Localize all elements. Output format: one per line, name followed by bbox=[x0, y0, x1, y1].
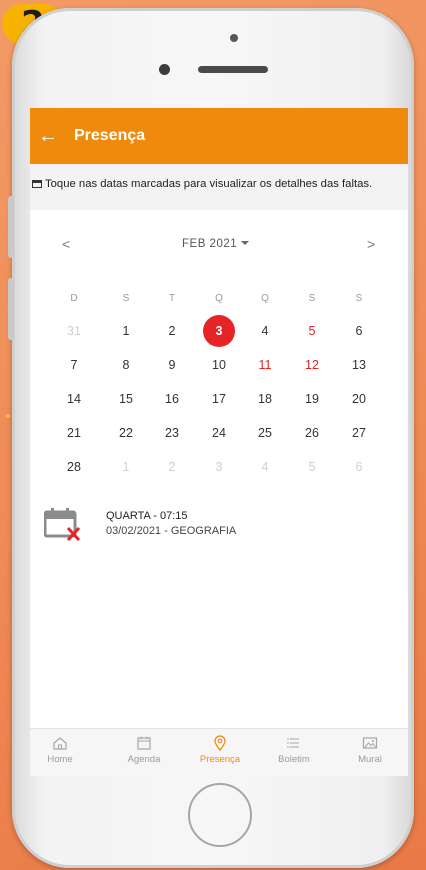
next-month-button[interactable]: > bbox=[367, 236, 375, 252]
calendar-day[interactable]: 3 bbox=[203, 451, 235, 483]
calendar-day[interactable]: 16 bbox=[156, 383, 188, 415]
arrow-left-icon[interactable]: ← bbox=[38, 126, 58, 146]
weekday-label: S bbox=[122, 292, 130, 304]
month-navigation: < FEB 2021 > bbox=[30, 234, 408, 258]
earpiece-speaker bbox=[198, 66, 268, 73]
calendar-day[interactable]: 25 bbox=[249, 417, 281, 449]
weekday-label: Q bbox=[261, 292, 269, 304]
absence-date[interactable]: 5 bbox=[296, 315, 328, 347]
bottom-tab-bar: Home Agenda Presença Boletim Mural bbox=[30, 728, 408, 776]
proximity-sensor bbox=[230, 34, 238, 42]
agenda-icon bbox=[137, 736, 151, 750]
calendar-day[interactable]: 19 bbox=[296, 383, 328, 415]
calendar-day[interactable]: 6 bbox=[343, 451, 375, 483]
tab-home[interactable]: Home bbox=[30, 735, 95, 765]
tab-label: Agenda bbox=[127, 754, 161, 765]
tab-label: Mural bbox=[358, 754, 382, 765]
calendar-day[interactable]: 4 bbox=[249, 451, 281, 483]
calendar-day[interactable]: 13 bbox=[343, 349, 375, 381]
list-icon bbox=[287, 738, 299, 748]
app-screen: ← Presença Toque nas datas marcadas para… bbox=[30, 108, 408, 776]
calendar-day[interactable]: 10 bbox=[203, 349, 235, 381]
weekday-label: S bbox=[355, 292, 363, 304]
calendar-day[interactable]: 27 bbox=[343, 417, 375, 449]
calendar-day[interactable]: 22 bbox=[110, 417, 142, 449]
tab-mural[interactable]: Mural bbox=[335, 735, 405, 765]
calendar-day[interactable]: 26 bbox=[296, 417, 328, 449]
calendar-day[interactable]: 31 bbox=[58, 315, 90, 347]
weekday-label: Q bbox=[215, 292, 223, 304]
tab-label: Boletim bbox=[278, 754, 310, 765]
calendar-absence-icon bbox=[44, 508, 81, 542]
calendar-day[interactable]: 6 bbox=[343, 315, 375, 347]
month-selector[interactable]: FEB 2021 bbox=[182, 238, 250, 250]
absence-date[interactable]: 11 bbox=[249, 349, 281, 381]
absence-entry[interactable]: QUARTA - 07:15 03/02/2021 - GEOGRAFIA bbox=[44, 506, 394, 550]
calendar-day[interactable]: 17 bbox=[203, 383, 235, 415]
app-bar: ← Presença bbox=[30, 108, 408, 164]
volume-button bbox=[8, 278, 14, 340]
calendar-day[interactable]: 7 bbox=[58, 349, 90, 381]
month-label: FEB 2021 bbox=[182, 238, 238, 250]
weekday-label: T bbox=[168, 292, 176, 304]
calendar-day[interactable]: 5 bbox=[296, 451, 328, 483]
previous-month-button[interactable]: < bbox=[62, 236, 70, 252]
tab-boletim[interactable]: Boletim bbox=[259, 735, 329, 765]
weekday-label: D bbox=[70, 292, 78, 304]
tab-label: Presença bbox=[199, 754, 241, 765]
calendar-day[interactable]: 21 bbox=[58, 417, 90, 449]
location-pin-icon bbox=[214, 735, 226, 751]
weekday-header: DSTQQSS bbox=[30, 286, 408, 310]
calendar-day[interactable]: 1 bbox=[110, 451, 142, 483]
calendar-icon bbox=[32, 180, 42, 188]
home-icon bbox=[53, 737, 67, 750]
absence-title: QUARTA - 07:15 bbox=[106, 510, 188, 522]
calendar-day[interactable]: 18 bbox=[249, 383, 281, 415]
calendar-day[interactable]: 1 bbox=[110, 315, 142, 347]
calendar-day[interactable]: 9 bbox=[156, 349, 188, 381]
weekday-label: S bbox=[308, 292, 316, 304]
absence-detail: 03/02/2021 - GEOGRAFIA bbox=[106, 525, 237, 537]
calendar-day[interactable]: 15 bbox=[110, 383, 142, 415]
mute-switch bbox=[8, 196, 14, 258]
calendar-day[interactable]: 8 bbox=[110, 349, 142, 381]
tab-agenda[interactable]: Agenda bbox=[109, 735, 179, 765]
tab-presenca[interactable]: Presença bbox=[185, 735, 255, 765]
calendar-day[interactable]: 2 bbox=[156, 451, 188, 483]
image-icon bbox=[362, 737, 378, 749]
chevron-down-icon bbox=[241, 241, 250, 245]
absence-date[interactable]: 12 bbox=[296, 349, 328, 381]
calendar-day[interactable]: 4 bbox=[249, 315, 281, 347]
calendar-day[interactable]: 24 bbox=[203, 417, 235, 449]
decorative-dot bbox=[6, 414, 10, 418]
front-camera bbox=[159, 64, 170, 75]
tab-label: Home bbox=[47, 754, 73, 765]
page-title: Presença bbox=[74, 127, 146, 144]
calendar-day[interactable]: 2 bbox=[156, 315, 188, 347]
calendar-day[interactable]: 14 bbox=[58, 383, 90, 415]
info-notice: Toque nas datas marcadas para visualizar… bbox=[30, 164, 408, 210]
calendar-day[interactable]: 23 bbox=[156, 417, 188, 449]
calendar-day[interactable]: 20 bbox=[343, 383, 375, 415]
notice-text: Toque nas datas marcadas para visualizar… bbox=[45, 178, 373, 190]
home-button[interactable] bbox=[188, 783, 252, 847]
selected-date[interactable]: 3 bbox=[203, 315, 235, 347]
calendar-day[interactable]: 28 bbox=[58, 451, 90, 483]
